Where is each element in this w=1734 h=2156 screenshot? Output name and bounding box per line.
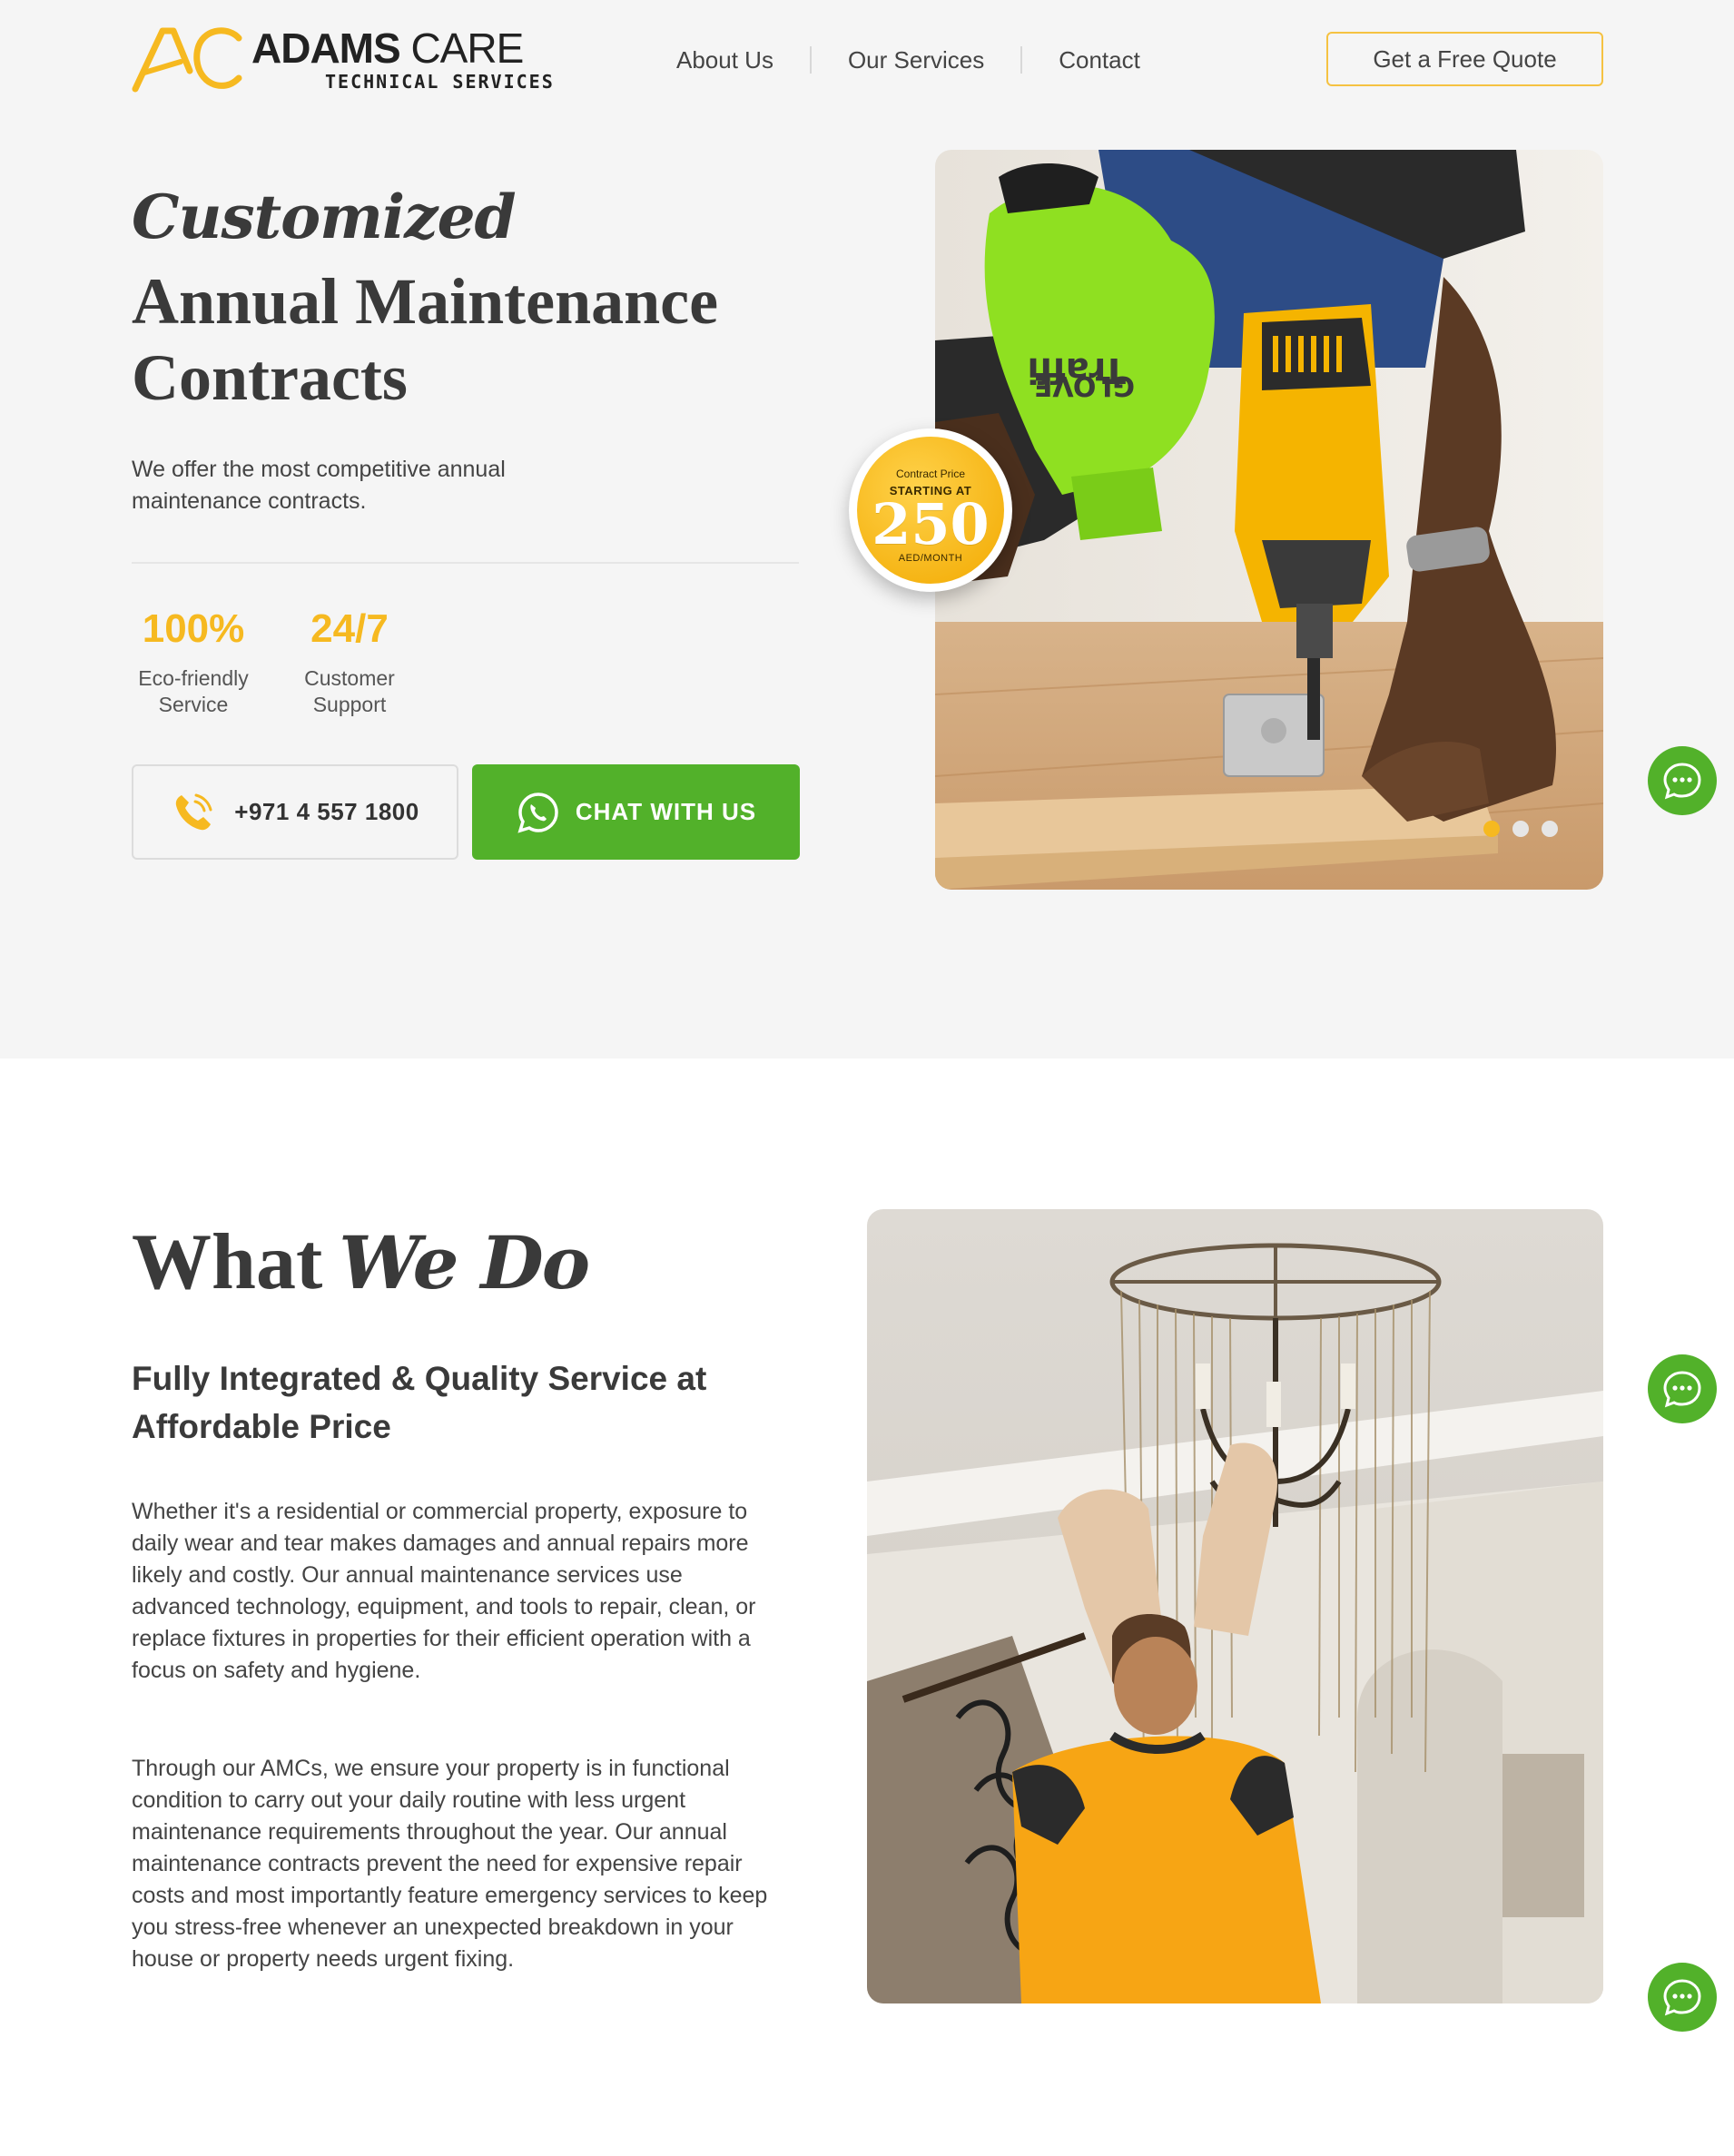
floating-chat-button[interactable]	[1648, 1963, 1717, 2032]
hero-image-carousel[interactable]: Traffi GLOVE	[935, 150, 1603, 890]
main-nav: About Us Our Services Contact	[635, 42, 1177, 78]
chat-bubble-icon	[1663, 763, 1701, 800]
stat-label: Eco-friendly Service	[138, 666, 249, 716]
technician-photo	[867, 1209, 1603, 2003]
divider	[132, 562, 799, 564]
stat-label: Customer Support	[304, 666, 395, 716]
hero-title-emphasis: Customized	[132, 182, 517, 252]
carousel-pagination	[1483, 821, 1558, 837]
phone-number: +971 4 557 1800	[234, 798, 419, 825]
stat-value: 24/7	[310, 606, 389, 651]
chat-with-us-button[interactable]: CHAT WITH US	[472, 764, 800, 860]
stat-eco-friendly: 100% Eco-friendly Service	[132, 604, 255, 718]
hero-title: Annual Maintenance Contracts	[132, 265, 719, 414]
stat-customer-support: 24/7 Customer Support	[291, 604, 409, 718]
whatsapp-icon	[517, 792, 558, 833]
brand-tagline: TECHNICAL SERVICES	[325, 71, 555, 93]
chat-bubble-icon	[1663, 1371, 1701, 1408]
section-subtitle: Fully Integrated & Quality Service at Af…	[132, 1360, 707, 1445]
floating-chat-button[interactable]	[1648, 746, 1717, 815]
svg-text:GLOVE: GLOVE	[1034, 369, 1135, 401]
chat-bubble-icon	[1663, 1979, 1701, 2016]
phone-icon	[176, 793, 212, 830]
chandelier-photo	[867, 1209, 1603, 2003]
logo-mark-icon	[132, 27, 242, 93]
carousel-dot-2[interactable]	[1512, 821, 1529, 837]
carousel-dot-1[interactable]	[1483, 821, 1500, 837]
price-badge: Contract Price STARTING AT 250 AED/MONTH	[849, 428, 1012, 592]
brand-name: ADAMS CARE	[251, 25, 524, 72]
floating-chat-button[interactable]	[1648, 1354, 1717, 1423]
nav-contact[interactable]: Contact	[1022, 42, 1177, 78]
price-badge-seal: Contract Price STARTING AT 250 AED/MONTH	[857, 437, 1004, 584]
section-paragraph: Whether it's a residential or commercial…	[132, 1499, 756, 1683]
drill-photo: Traffi GLOVE	[935, 150, 1603, 890]
badge-label: Contract Price	[895, 468, 966, 480]
badge-price: 250	[872, 491, 990, 557]
badge-unit: AED/MONTH	[898, 553, 963, 564]
chat-label: CHAT WITH US	[575, 798, 757, 825]
phone-button[interactable]: +971 4 557 1800	[132, 764, 458, 860]
nav-about-us[interactable]: About Us	[635, 42, 810, 78]
nav-our-services[interactable]: Our Services	[812, 42, 1020, 78]
get-free-quote-button[interactable]: Get a Free Quote	[1326, 32, 1603, 86]
logo[interactable]: ADAMS CARE TECHNICAL SERVICES	[132, 25, 553, 93]
stat-value: 100%	[142, 606, 245, 651]
section-paragraph: Through our AMCs, we ensure your propert…	[132, 1756, 768, 1972]
section-title: What We Do	[132, 1218, 590, 1306]
hero-subtitle: We offer the most competitive annual mai…	[132, 457, 506, 514]
carousel-dot-3[interactable]	[1542, 821, 1558, 837]
